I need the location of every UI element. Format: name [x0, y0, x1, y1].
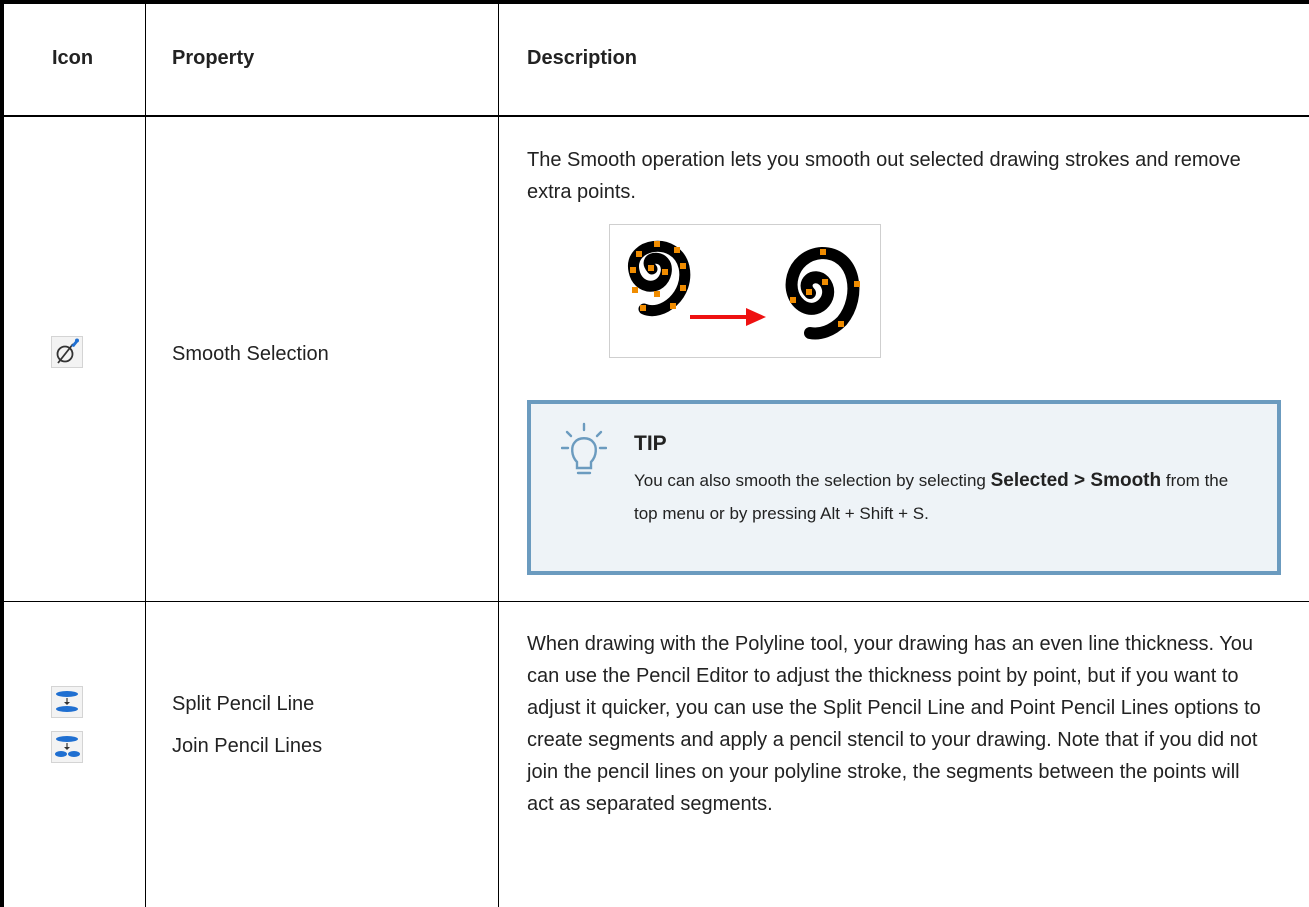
property-smooth-selection: Smooth Selection: [172, 343, 329, 365]
smooth-selection-icon: [51, 336, 83, 368]
header-property: Property: [172, 47, 255, 69]
col-divider-1: [145, 0, 146, 907]
header-description: Description: [527, 47, 638, 69]
property-table: Icon Property Description Smooth Selecti…: [0, 0, 1309, 907]
lightbulb-icon: [560, 422, 608, 483]
header-icon: Icon: [52, 47, 94, 69]
tip-box: TIP You can also smooth the selection by…: [527, 400, 1281, 575]
property-join-pencil-lines: Join Pencil Lines: [172, 735, 323, 757]
col-divider-2: [498, 0, 499, 907]
table-top-border: [0, 0, 1309, 4]
smooth-description: The Smooth operation lets you smooth out…: [527, 149, 1241, 203]
tip-title: TIP: [634, 432, 667, 455]
tip-text: You can also smooth the selection by sel…: [634, 464, 1254, 530]
tip-menu-path: Selected > Smooth: [990, 470, 1162, 491]
table-left-border: [0, 0, 4, 907]
split-pencil-line-icon: [51, 686, 83, 718]
header-divider: [0, 115, 1309, 117]
smooth-before-after-image: [609, 224, 881, 358]
tip-text-before: You can also smooth the selection by sel…: [634, 471, 991, 490]
join-pencil-lines-icon: [51, 731, 83, 763]
pencil-lines-description: When drawing with the Polyline tool, you…: [527, 633, 1261, 815]
row-divider: [0, 601, 1309, 602]
property-split-pencil-line: Split Pencil Line: [172, 693, 315, 715]
